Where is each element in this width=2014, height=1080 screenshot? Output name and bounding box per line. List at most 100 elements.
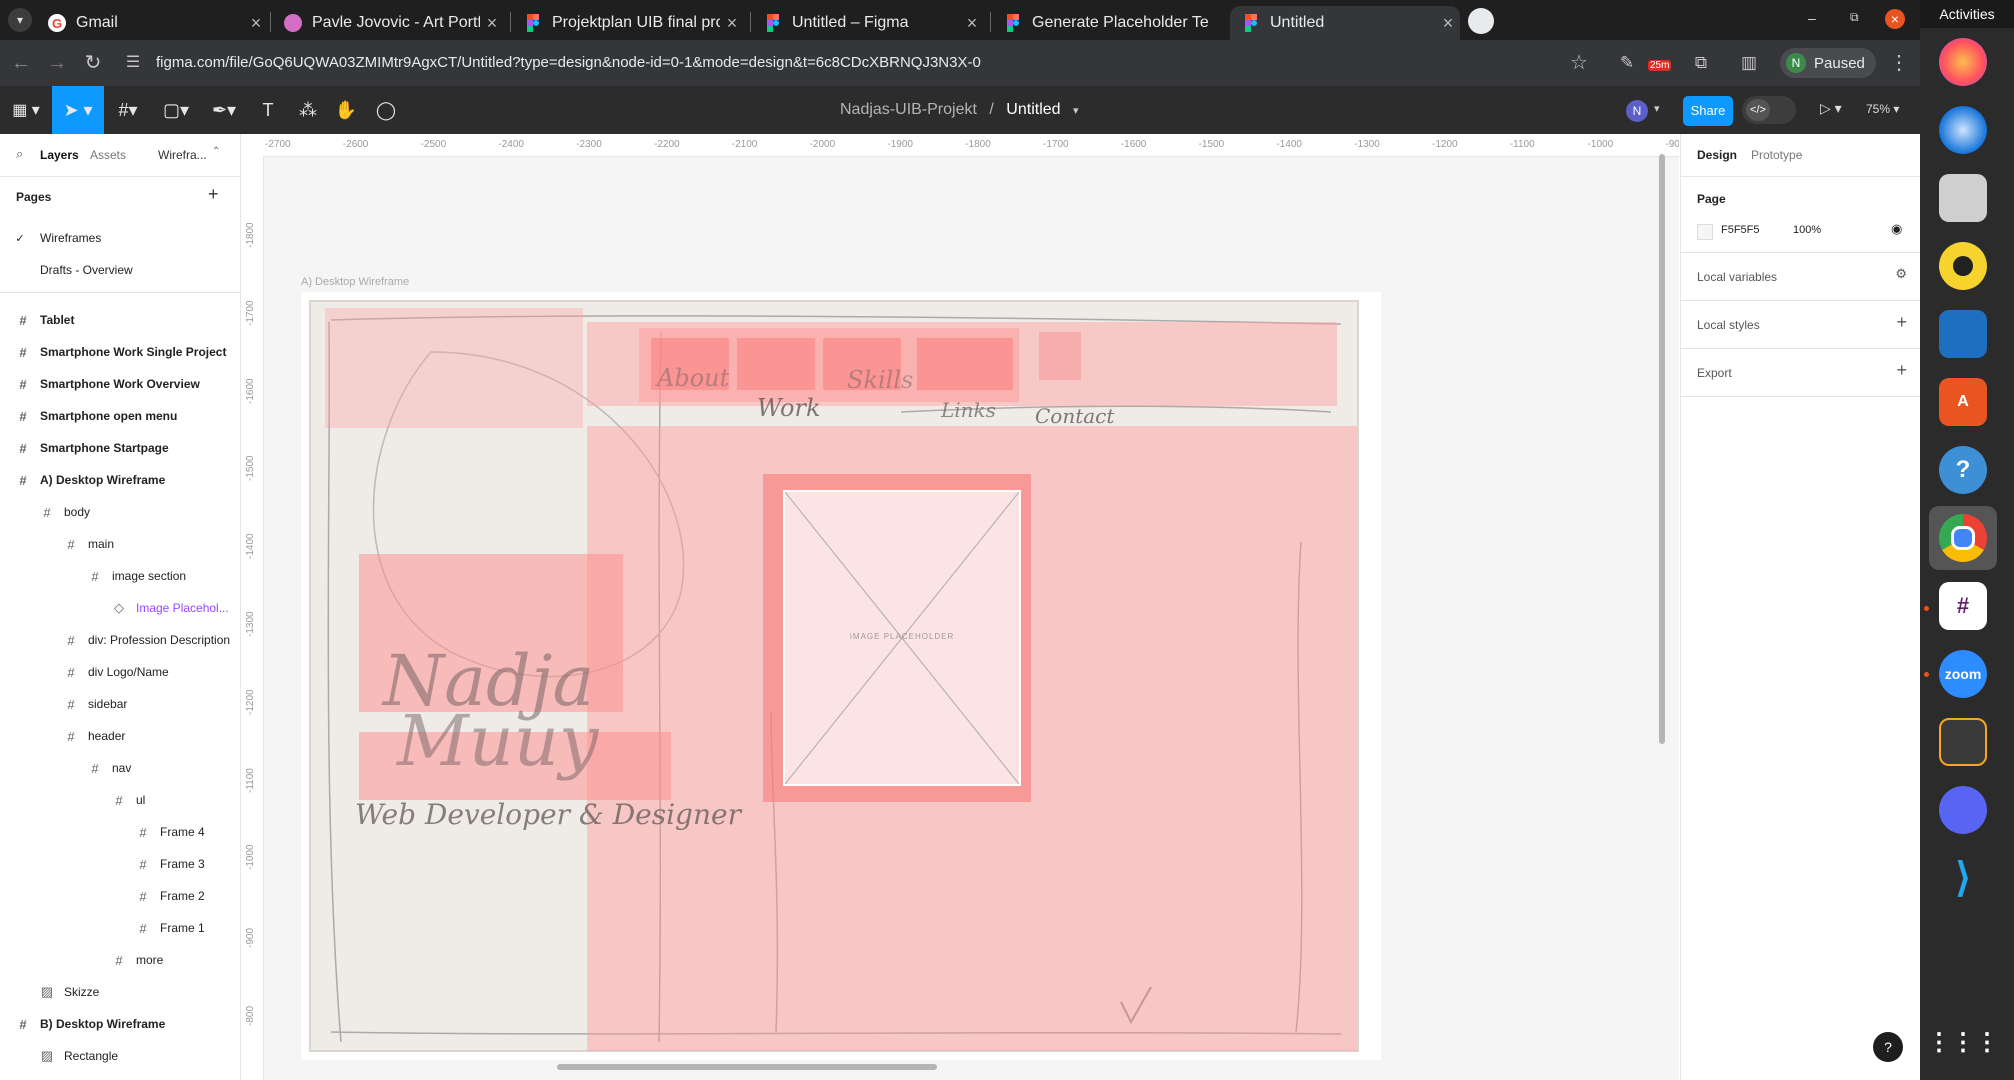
layer-item[interactable]: # Frame 1 bbox=[0, 916, 240, 940]
variables-settings-icon[interactable]: ⚙ bbox=[1895, 266, 1907, 282]
nav-frame-4[interactable] bbox=[917, 338, 1013, 390]
libreoffice-writer-icon[interactable] bbox=[1939, 310, 1987, 358]
frame-label[interactable]: A) Desktop Wireframe bbox=[301, 276, 409, 288]
help-icon[interactable]: ? bbox=[1939, 446, 1987, 494]
help-button[interactable]: ? bbox=[1873, 1032, 1903, 1062]
zoom-icon[interactable]: zoom bbox=[1939, 650, 1987, 698]
timer-extension-icon[interactable]: 25m bbox=[1648, 52, 1674, 74]
local-variables-section[interactable]: Local variables ⚙ bbox=[1681, 252, 1921, 301]
files-icon[interactable] bbox=[1939, 174, 1987, 222]
layer-item[interactable]: # Frame 2 bbox=[0, 884, 240, 908]
back-icon[interactable]: ← bbox=[8, 50, 34, 76]
layer-item[interactable]: # Frame 3 bbox=[0, 852, 240, 876]
vertical-scrollbar[interactable] bbox=[1659, 154, 1665, 744]
browser-tab-portfolio[interactable]: Pavle Jovovic - Art Portfo × bbox=[272, 6, 504, 40]
tab-assets[interactable]: Assets bbox=[90, 148, 126, 162]
page-color-swatch[interactable] bbox=[1697, 224, 1713, 240]
firefox-icon[interactable] bbox=[1939, 38, 1987, 86]
image-placeholder[interactable]: IMAGE PLACEHOLDER bbox=[783, 490, 1021, 786]
add-page-icon[interactable]: + bbox=[208, 184, 219, 205]
layer-item[interactable]: # image section bbox=[0, 564, 240, 588]
layer-item[interactable]: # Frame 4 bbox=[0, 820, 240, 844]
address-bar[interactable]: figma.com/file/GoQ6UQWA03ZMIMtr9AgxCT/Un… bbox=[156, 54, 981, 71]
dev-mode-toggle[interactable]: </> bbox=[1742, 96, 1796, 124]
layer-item[interactable]: # Tablet bbox=[0, 308, 240, 332]
minimize-icon[interactable]: – bbox=[1808, 10, 1816, 26]
layer-item[interactable]: # A) Desktop Wireframe bbox=[0, 468, 240, 492]
close-icon[interactable]: × bbox=[1436, 13, 1460, 34]
zoom-level[interactable]: 75% ▾ bbox=[1866, 102, 1899, 116]
side-panel-icon[interactable]: ▥ bbox=[1736, 50, 1762, 76]
tab-search-button[interactable]: ▾ bbox=[8, 8, 32, 32]
layer-item[interactable]: # ul bbox=[0, 788, 240, 812]
reload-icon[interactable]: ↻ bbox=[80, 50, 106, 76]
page-item[interactable]: ✓ Wireframes bbox=[0, 226, 240, 250]
more-menu-overlay[interactable] bbox=[1039, 332, 1081, 380]
project-name[interactable]: Nadjas-UIB-Projekt bbox=[840, 101, 977, 118]
layer-item[interactable]: # sidebar bbox=[0, 692, 240, 716]
layer-item[interactable]: # Smartphone Work Single Project bbox=[0, 340, 240, 364]
layer-item[interactable]: ▨ Skizze bbox=[0, 980, 240, 1004]
search-icon[interactable]: ⌕ bbox=[16, 146, 23, 162]
browser-tab-untitled-active[interactable]: Untitled × bbox=[1230, 6, 1460, 40]
page-item[interactable]: Drafts - Overview bbox=[0, 258, 240, 282]
layer-item[interactable]: #body bbox=[0, 1076, 240, 1080]
layer-item[interactable]: ▨ Rectangle bbox=[0, 1044, 240, 1068]
close-icon[interactable]: × bbox=[480, 13, 504, 34]
tab-prototype[interactable]: Prototype bbox=[1751, 148, 1802, 162]
layer-item[interactable]: # nav bbox=[0, 756, 240, 780]
chrome-icon[interactable] bbox=[1939, 514, 1987, 562]
layer-item[interactable]: # B) Desktop Wireframe bbox=[0, 1012, 240, 1036]
comment-tool[interactable]: ◯ bbox=[370, 86, 402, 134]
new-tab-button[interactable] bbox=[1468, 8, 1494, 34]
discord-icon[interactable] bbox=[1939, 786, 1987, 834]
browser-tab-placeholder[interactable]: Generate Placeholder Te bbox=[992, 6, 1224, 40]
chevron-up-icon[interactable]: ⌃ bbox=[212, 146, 220, 157]
resources-tool[interactable]: ⁂ bbox=[292, 86, 324, 134]
browser-tab-untitled-figma[interactable]: Untitled – Figma × bbox=[752, 6, 984, 40]
slack-icon[interactable]: # bbox=[1939, 582, 1987, 630]
rhythmbox-icon[interactable] bbox=[1939, 242, 1987, 290]
present-icon[interactable]: ▷ ▾ bbox=[1820, 100, 1842, 117]
sidebar-overlay[interactable] bbox=[325, 308, 583, 428]
tab-design[interactable]: Design bbox=[1697, 148, 1737, 162]
move-tool[interactable]: ➤ ▾ bbox=[52, 86, 104, 134]
layer-item[interactable]: # Smartphone Startpage bbox=[0, 436, 240, 460]
thunderbird-icon[interactable] bbox=[1939, 106, 1987, 154]
layer-item[interactable]: # div Logo/Name bbox=[0, 660, 240, 684]
layer-item[interactable]: # header bbox=[0, 724, 240, 748]
export-section[interactable]: Export + bbox=[1681, 348, 1921, 397]
file-title[interactable]: Nadjas-UIB-Projekt / Untitled ▾ bbox=[840, 86, 1079, 134]
layer-item[interactable]: # main bbox=[0, 532, 240, 556]
avatar[interactable]: N bbox=[1626, 100, 1648, 122]
eye-icon[interactable]: ◉ bbox=[1891, 221, 1902, 237]
pen-tool[interactable]: ✒▾ bbox=[204, 86, 244, 134]
shape-tool[interactable]: ▢▾ bbox=[156, 86, 196, 134]
layer-item[interactable]: ◇ Image Placehol... bbox=[0, 596, 240, 620]
text-tool[interactable]: T bbox=[252, 86, 284, 134]
horizontal-scrollbar[interactable] bbox=[557, 1064, 937, 1070]
chevron-down-icon[interactable]: ▾ bbox=[1654, 102, 1660, 115]
calculator-icon[interactable] bbox=[1939, 718, 1987, 766]
app-center-icon[interactable]: A bbox=[1939, 378, 1987, 426]
tab-layers[interactable]: Layers bbox=[40, 148, 79, 162]
close-icon[interactable]: × bbox=[960, 13, 984, 34]
more-menu-icon[interactable]: ⋮ bbox=[1886, 50, 1912, 76]
browser-tab-gmail[interactable]: G Gmail × bbox=[36, 6, 268, 40]
chevron-down-icon[interactable]: ▾ bbox=[1073, 105, 1079, 117]
nav-frame-2[interactable] bbox=[737, 338, 815, 390]
activities-button[interactable]: Activities bbox=[1920, 0, 2014, 28]
layer-item[interactable]: # div: Profession Description bbox=[0, 628, 240, 652]
share-button[interactable]: Share bbox=[1683, 96, 1733, 126]
site-settings-icon[interactable]: ☰ bbox=[120, 50, 146, 76]
file-name[interactable]: Untitled bbox=[1006, 101, 1060, 118]
layer-item[interactable]: # more bbox=[0, 948, 240, 972]
profile-button[interactable]: N Paused bbox=[1780, 48, 1876, 78]
close-window-icon[interactable]: × bbox=[1885, 9, 1905, 29]
close-icon[interactable]: × bbox=[244, 13, 268, 34]
app-grid-icon[interactable]: ⋮⋮⋮ bbox=[1927, 1022, 1999, 1062]
add-export-icon[interactable]: + bbox=[1896, 360, 1907, 381]
vscode-icon[interactable]: ⟩ bbox=[1939, 854, 1987, 902]
extensions-puzzle-icon[interactable]: ⧉ bbox=[1688, 50, 1714, 76]
local-styles-section[interactable]: Local styles + bbox=[1681, 300, 1921, 349]
